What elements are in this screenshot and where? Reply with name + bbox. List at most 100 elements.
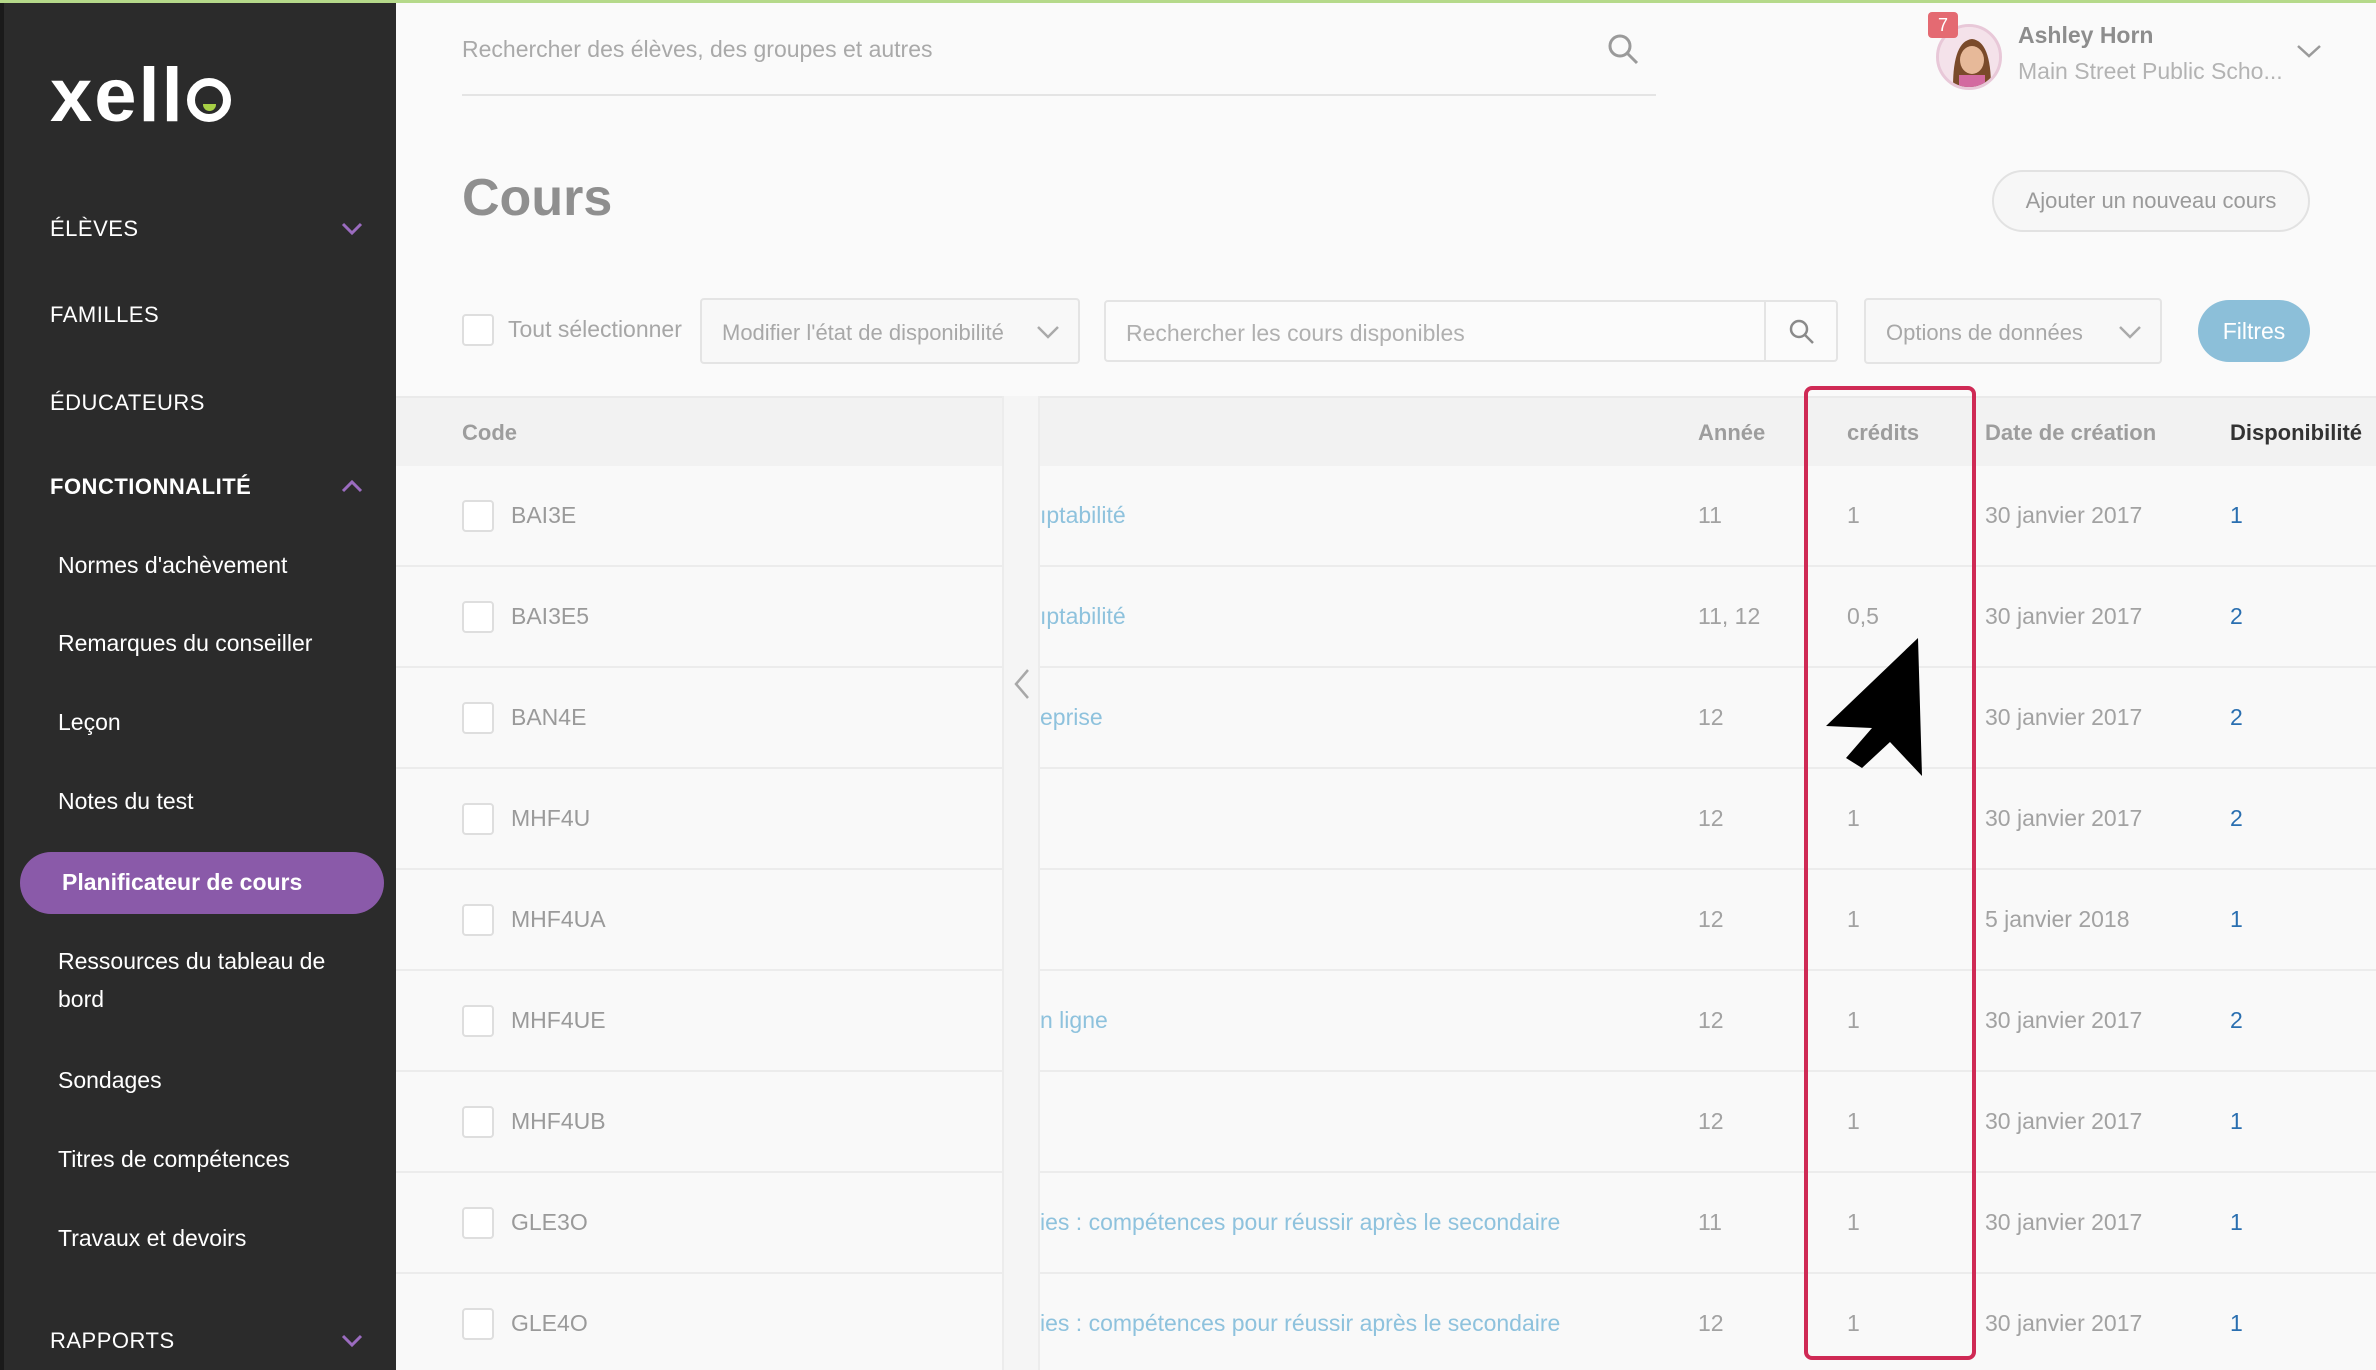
row-checkbox[interactable]: [462, 1308, 494, 1340]
course-search-button[interactable]: [1764, 302, 1836, 360]
search-icon[interactable]: [1606, 32, 1640, 66]
table-row[interactable]: MHF4UB 12 1 30 janvier 2017 1: [396, 1072, 2376, 1173]
global-search[interactable]: Rechercher des élèves, des groupes et au…: [462, 30, 1656, 96]
course-code: GLE3O: [511, 1209, 588, 1235]
course-title[interactable]: ıptabilité: [1040, 603, 1126, 630]
course-credits: 1: [1847, 1310, 1860, 1336]
user-menu[interactable]: 7 Ashley Horn Main Street Public Scho...: [1928, 12, 2356, 92]
course-year: 12: [1698, 906, 1724, 932]
column-header-code[interactable]: Code: [462, 420, 517, 446]
course-created-date: 30 janvier 2017: [1985, 502, 2143, 528]
course-search-placeholder: Rechercher les cours disponibles: [1126, 320, 1465, 346]
row-checkbox[interactable]: [462, 702, 494, 734]
course-availability-link[interactable]: 1: [2230, 1209, 2243, 1236]
course-title[interactable]: ies : compétences pour réussir après le …: [1040, 1209, 1560, 1236]
column-collapse-handle[interactable]: [1002, 396, 1040, 1370]
availability-status-dropdown[interactable]: Modifier l'état de disponibilité: [700, 298, 1080, 364]
sidebar-section-fonctionnalite[interactable]: FONCTIONNALITÉ: [50, 474, 251, 500]
sidebar-item-titres[interactable]: Titres de compétences: [58, 1140, 358, 1178]
row-checkbox[interactable]: [462, 1106, 494, 1138]
course-year: 12: [1698, 1310, 1724, 1336]
course-credits: 1: [1847, 906, 1860, 932]
course-title[interactable]: eprise: [1040, 704, 1103, 731]
course-availability-link[interactable]: 1: [2230, 1310, 2243, 1337]
sidebar-section-rapports[interactable]: RAPPORTS: [50, 1328, 175, 1354]
course-credits: 1: [1847, 1108, 1860, 1134]
sidebar-item-travaux[interactable]: Travaux et devoirs: [58, 1219, 358, 1257]
select-all-checkbox[interactable]: [462, 314, 494, 346]
row-checkbox[interactable]: [462, 1005, 494, 1037]
select-all-label[interactable]: Tout sélectionner: [508, 316, 682, 343]
course-search[interactable]: Rechercher les cours disponibles: [1104, 300, 1838, 362]
sidebar-section-familles[interactable]: FAMILLES: [50, 302, 159, 328]
course-created-date: 30 janvier 2017: [1985, 1108, 2143, 1134]
course-title[interactable]: n ligne: [1040, 1007, 1108, 1034]
course-availability-link[interactable]: 2: [2230, 805, 2243, 832]
sidebar-item-normes[interactable]: Normes d'achèvement: [58, 546, 358, 584]
table-row[interactable]: MHF4UA 12 1 5 janvier 2018 1: [396, 870, 2376, 971]
course-created-date: 30 janvier 2017: [1985, 1007, 2143, 1033]
column-header-availability[interactable]: Disponibilité: [2230, 420, 2362, 446]
top-accent-line: [0, 0, 2376, 3]
course-year: 11: [1698, 1209, 1722, 1235]
table-row[interactable]: BAI3E ıptabilité 11 1 30 janvier 2017 1: [396, 466, 2376, 567]
add-course-button[interactable]: Ajouter un nouveau cours: [1992, 170, 2310, 232]
course-availability-link[interactable]: 2: [2230, 603, 2243, 630]
table-row[interactable]: MHF4U 12 1 30 janvier 2017 2: [396, 769, 2376, 870]
course-availability-link[interactable]: 2: [2230, 704, 2243, 731]
chevron-left-icon[interactable]: [1012, 668, 1032, 700]
course-code: MHF4U: [511, 805, 591, 831]
filters-button[interactable]: Filtres: [2198, 300, 2310, 362]
course-credits: 1: [1847, 805, 1860, 831]
sidebar-item-lecon[interactable]: Leçon: [58, 703, 358, 741]
sidebar-section-eleves[interactable]: ÉLÈVES: [50, 216, 139, 242]
row-checkbox[interactable]: [462, 803, 494, 835]
course-year: 12: [1698, 704, 1724, 730]
column-header-created[interactable]: Date de création: [1985, 420, 2156, 446]
course-created-date: 30 janvier 2017: [1985, 704, 2143, 730]
row-checkbox[interactable]: [462, 1207, 494, 1239]
course-code: BAN4E: [511, 704, 587, 730]
sidebar: xell ÉLÈVES FAMILLES ÉDUCATEURS FONCTION…: [0, 0, 396, 1370]
column-header-year[interactable]: Année: [1698, 420, 1765, 446]
notification-badge[interactable]: 7: [1928, 12, 1958, 38]
chevron-down-icon[interactable]: [340, 1328, 364, 1352]
course-title[interactable]: ıptabilité: [1040, 502, 1126, 529]
chevron-down-icon: [2119, 326, 2141, 339]
page-title: Cours: [462, 169, 613, 227]
row-checkbox[interactable]: [462, 500, 494, 532]
course-year: 11: [1698, 502, 1722, 528]
column-header-credits[interactable]: crédits: [1847, 420, 1919, 446]
course-availability-link[interactable]: 1: [2230, 502, 2243, 529]
course-availability-link[interactable]: 1: [2230, 906, 2243, 933]
sidebar-item-notes-test[interactable]: Notes du test: [58, 782, 358, 820]
sidebar-section-educateurs[interactable]: ÉDUCATEURS: [50, 390, 205, 416]
data-options-dropdown[interactable]: Options de données: [1864, 298, 2162, 364]
user-name: Ashley Horn: [2018, 22, 2154, 48]
course-code: MHF4UA: [511, 906, 606, 932]
sidebar-item-remarques[interactable]: Remarques du conseiller: [58, 624, 358, 662]
sidebar-item-ressources[interactable]: Ressources du tableau de bord: [58, 942, 358, 1018]
course-year: 12: [1698, 1007, 1724, 1033]
course-title[interactable]: ies : compétences pour réussir après le …: [1040, 1310, 1560, 1337]
chevron-down-icon[interactable]: [2296, 42, 2322, 60]
course-credits: 1: [1847, 1007, 1860, 1033]
table-row[interactable]: GLE3O ies : compétences pour réussir aprè…: [396, 1173, 2376, 1274]
chevron-up-icon[interactable]: [340, 474, 364, 498]
mouse-pointer-icon: [1826, 638, 1922, 776]
course-code: BAI3E: [511, 502, 577, 528]
course-toolbar: Tout sélectionner Modifier l'état de dis…: [396, 286, 2376, 396]
xello-logo[interactable]: xell: [50, 58, 231, 134]
table-row[interactable]: MHF4UE n ligne 12 1 30 janvier 2017 2: [396, 971, 2376, 1072]
chevron-down-icon[interactable]: [340, 216, 364, 240]
sidebar-item-sondages[interactable]: Sondages: [58, 1061, 358, 1099]
row-checkbox[interactable]: [462, 904, 494, 936]
table-row[interactable]: BAI3E5 ıptabilité 11, 12 0,5 30 janvier 2017…: [396, 567, 2376, 668]
sidebar-item-planificateur[interactable]: Planificateur de cours: [20, 852, 384, 914]
course-availability-link[interactable]: 2: [2230, 1007, 2243, 1034]
table-row[interactable]: BAN4Eeprise12130 janvier 20172: [396, 668, 2376, 769]
table-row[interactable]: GLE4O ies : compétences pour réussir aprè…: [396, 1274, 2376, 1370]
row-checkbox[interactable]: [462, 601, 494, 633]
course-created-date: 30 janvier 2017: [1985, 1310, 2143, 1336]
course-availability-link[interactable]: 1: [2230, 1108, 2243, 1135]
